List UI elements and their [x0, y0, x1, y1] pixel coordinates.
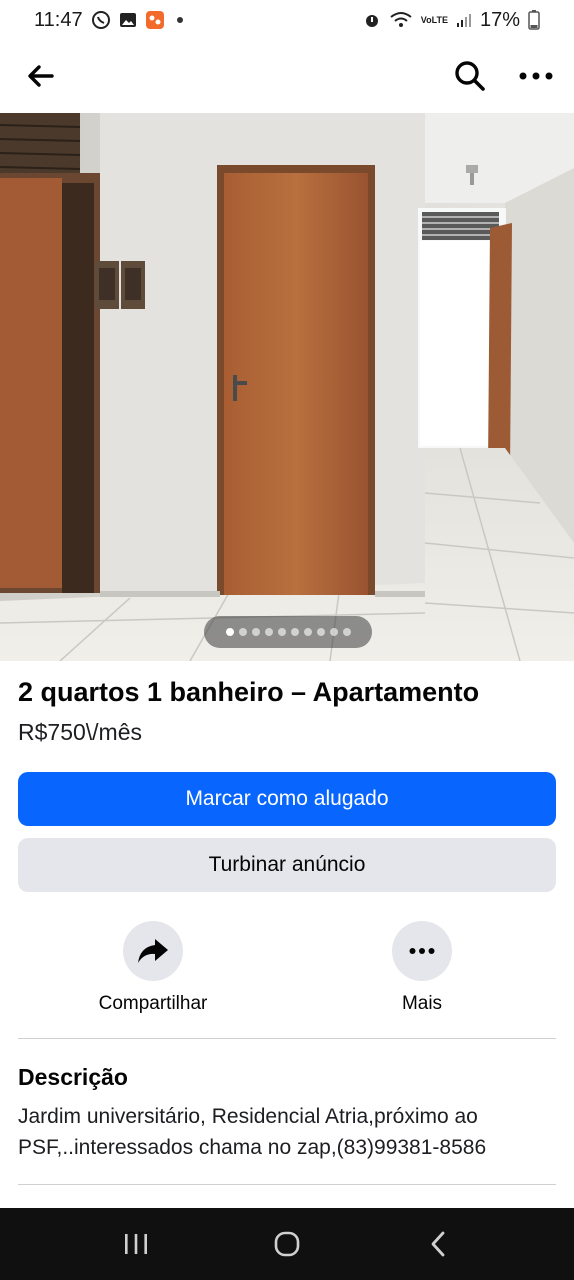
gallery-icon: [119, 11, 137, 29]
description-text: Jardim universitário, Residencial Atria,…: [18, 1105, 487, 1159]
arrow-left-icon: [28, 65, 54, 87]
signal-icon: [456, 12, 472, 28]
photo-pager[interactable]: [204, 616, 372, 648]
pager-dot[interactable]: [264, 628, 273, 636]
description-heading: Descrição: [18, 1064, 128, 1090]
listing-photo[interactable]: [0, 113, 574, 661]
search-button[interactable]: [450, 56, 490, 96]
pager-dot[interactable]: [303, 628, 312, 636]
apartment-hallway-image: [0, 113, 574, 661]
divider: [18, 1038, 556, 1039]
share-arrow-icon: [138, 939, 168, 963]
notification-dot-icon: [176, 17, 183, 23]
status-bar: 11:47 VoLTE 17%: [0, 0, 574, 40]
more-horizontal-icon: [519, 72, 553, 80]
share-label: Compartilhar: [98, 993, 208, 1014]
pager-dot[interactable]: [342, 628, 351, 636]
app-header: [0, 40, 574, 112]
home-button[interactable]: [257, 1214, 317, 1274]
pager-dot[interactable]: [277, 628, 286, 636]
recent-apps-button[interactable]: [106, 1214, 166, 1274]
recent-apps-icon: [124, 1234, 147, 1254]
divider: [18, 1184, 556, 1185]
more-label: Mais: [401, 993, 443, 1014]
app-notification-icon: [145, 10, 165, 30]
status-time: 11:47: [34, 8, 83, 31]
battery-icon: [528, 10, 540, 30]
more-horizontal-icon: [409, 948, 435, 954]
share-button[interactable]: [123, 921, 183, 981]
pager-dot[interactable]: [290, 628, 299, 636]
more-button[interactable]: [392, 921, 452, 981]
listing-price: R$750\/mês: [18, 719, 143, 745]
pager-dot[interactable]: [225, 628, 234, 636]
mark-as-rented-button[interactable]: Marcar como alugado: [18, 772, 556, 826]
back-button[interactable]: [20, 56, 60, 96]
header-actions: [450, 56, 556, 96]
alarm-icon: [363, 11, 381, 29]
pager-dot[interactable]: [329, 628, 338, 636]
share-action[interactable]: Compartilhar: [73, 921, 233, 1015]
more-action[interactable]: Mais: [342, 921, 502, 1015]
listing-title: 2 quartos 1 banheiro – Apartamento: [18, 677, 480, 707]
status-left: 11:47: [34, 9, 183, 32]
back-nav-button[interactable]: [408, 1214, 468, 1274]
more-options-button[interactable]: [516, 56, 556, 96]
whatsapp-icon: [91, 10, 111, 30]
pager-dot[interactable]: [316, 628, 325, 636]
volte-icon: VoLTE: [420, 14, 448, 25]
home-icon: [274, 1231, 300, 1257]
pager-dot[interactable]: [238, 628, 247, 636]
pager-dot[interactable]: [251, 628, 260, 636]
system-nav-bar: [0, 1208, 574, 1280]
search-icon: [455, 61, 485, 91]
battery-percentage: 17%: [479, 8, 520, 31]
wifi-icon: [389, 11, 413, 29]
boost-listing-button[interactable]: Turbinar anúncio: [18, 838, 556, 892]
chevron-left-icon: [431, 1231, 445, 1257]
status-right: VoLTE 17%: [363, 9, 540, 32]
